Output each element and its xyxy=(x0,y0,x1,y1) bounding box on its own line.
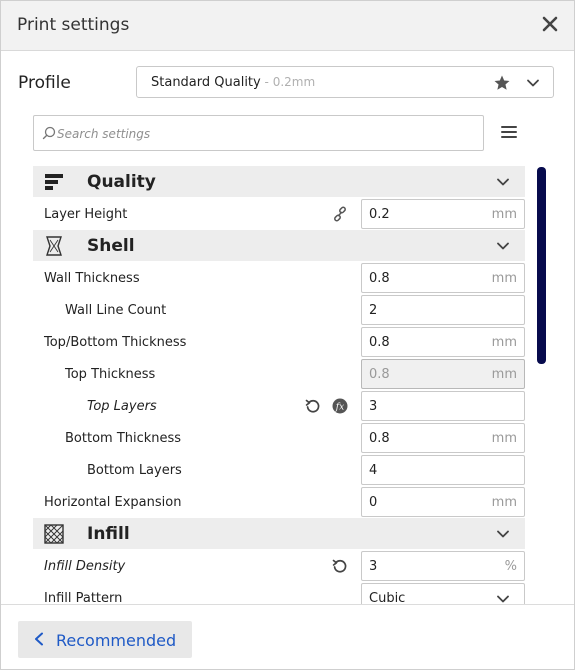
link-icon[interactable] xyxy=(332,206,348,222)
close-icon[interactable] xyxy=(540,14,560,34)
top-layers-input[interactable]: 3 xyxy=(361,391,525,421)
print-settings-panel: Print settings Profile Standard Quality … xyxy=(0,0,575,670)
favorite-star-icon[interactable] xyxy=(493,74,511,92)
search-input[interactable]: Search settings xyxy=(57,127,150,141)
search-icon xyxy=(42,126,56,140)
setting-row-bottom-layers: Bottom Layers 4 xyxy=(33,454,525,486)
layer-height-input[interactable]: 0.2 mm xyxy=(361,199,525,229)
field-value: 0.8 xyxy=(369,335,390,350)
field-value: 0.8 xyxy=(369,271,390,286)
field-unit: mm xyxy=(491,271,517,286)
field-value: 0.2 xyxy=(369,207,390,222)
field-value: 3 xyxy=(369,559,378,574)
setting-label: Horizontal Expansion xyxy=(44,495,182,510)
setting-label: Top Thickness xyxy=(65,367,156,382)
field-value: 2 xyxy=(369,303,378,318)
setting-label: Infill Density xyxy=(44,559,126,574)
footer-divider xyxy=(1,604,574,605)
reset-icon[interactable] xyxy=(332,558,348,574)
setting-label: Bottom Thickness xyxy=(65,431,182,446)
category-label: Quality xyxy=(87,172,156,192)
category-quality[interactable]: Quality xyxy=(33,166,525,197)
setting-row-top-bottom-thickness: Top/Bottom Thickness 0.8 mm xyxy=(33,326,525,358)
field-unit: mm xyxy=(491,495,517,510)
setting-label: Wall Line Count xyxy=(65,303,167,318)
title-bar: Print settings xyxy=(1,1,574,51)
infill-density-input[interactable]: 3 % xyxy=(361,551,525,581)
chevron-down-icon[interactable] xyxy=(496,175,510,189)
field-unit: mm xyxy=(491,207,517,222)
profile-label: Profile xyxy=(18,73,71,93)
field-unit: mm xyxy=(491,335,517,350)
wall-thickness-input[interactable]: 0.8 mm xyxy=(361,263,525,293)
setting-row-top-layers: Top Layers fx 3 xyxy=(33,390,525,422)
panel-title: Print settings xyxy=(17,15,130,35)
recommended-button[interactable]: Recommended xyxy=(18,621,192,658)
setting-row-layer-height: Layer Height 0.2 mm xyxy=(33,198,525,230)
horizontal-expansion-input[interactable]: 0 mm xyxy=(361,487,525,517)
infill-icon xyxy=(44,524,64,544)
field-value: Cubic xyxy=(369,591,406,604)
search-field[interactable]: Search settings xyxy=(33,115,484,151)
field-value: 0.8 xyxy=(369,367,390,382)
reset-icon[interactable] xyxy=(305,398,321,414)
setting-row-horizontal-expansion: Horizontal Expansion 0 mm xyxy=(33,486,525,518)
category-shell[interactable]: Shell xyxy=(33,230,525,261)
setting-row-top-thickness: Top Thickness 0.8 mm xyxy=(33,358,525,390)
wall-line-count-input[interactable]: 2 xyxy=(361,295,525,325)
top-thickness-input[interactable]: 0.8 mm xyxy=(361,359,525,389)
setting-label: Bottom Layers xyxy=(87,463,182,478)
top-bottom-thickness-input[interactable]: 0.8 mm xyxy=(361,327,525,357)
recommended-label: Recommended xyxy=(56,631,177,650)
svg-text:fx: fx xyxy=(335,403,344,413)
chevron-left-icon xyxy=(35,632,43,646)
field-value: 0 xyxy=(369,495,378,510)
setting-label: Top/Bottom Thickness xyxy=(44,335,187,350)
setting-label: Infill Pattern xyxy=(44,591,123,604)
chevron-down-icon[interactable] xyxy=(496,592,510,604)
chevron-down-icon[interactable] xyxy=(496,527,510,541)
profile-name: Standard Quality - 0.2mm xyxy=(151,75,316,90)
infill-pattern-select[interactable]: Cubic xyxy=(361,583,525,604)
scrollbar-thumb[interactable] xyxy=(537,167,546,364)
chevron-down-icon[interactable] xyxy=(526,76,540,90)
category-label: Shell xyxy=(87,236,135,256)
setting-row-bottom-thickness: Bottom Thickness 0.8 mm xyxy=(33,422,525,454)
bottom-layers-input[interactable]: 4 xyxy=(361,455,525,485)
field-value: 0.8 xyxy=(369,431,390,446)
field-value: 3 xyxy=(369,399,378,414)
setting-label: Layer Height xyxy=(44,207,128,222)
category-label: Infill xyxy=(87,524,130,544)
field-unit: mm xyxy=(491,431,517,446)
quality-icon xyxy=(45,174,63,190)
setting-label: Wall Thickness xyxy=(44,271,140,286)
category-infill[interactable]: Infill xyxy=(33,518,525,549)
chevron-down-icon[interactable] xyxy=(496,239,510,253)
profile-detail: - 0.2mm xyxy=(260,75,316,89)
field-value: 4 xyxy=(369,463,378,478)
setting-row-wall-thickness: Wall Thickness 0.8 mm xyxy=(33,262,525,294)
profile-dropdown[interactable]: Standard Quality - 0.2mm xyxy=(136,66,554,98)
field-unit: % xyxy=(504,559,517,574)
setting-label: Top Layers xyxy=(87,399,157,414)
setting-row-wall-line-count: Wall Line Count 2 xyxy=(33,294,525,326)
field-unit: mm xyxy=(491,367,517,382)
settings-menu-icon[interactable] xyxy=(500,125,518,139)
setting-row-infill-density: Infill Density 3 % xyxy=(33,550,525,582)
setting-row-infill-pattern: Infill Pattern Cubic xyxy=(33,582,525,604)
shell-icon xyxy=(46,236,62,256)
bottom-thickness-input[interactable]: 0.8 mm xyxy=(361,423,525,453)
function-icon[interactable]: fx xyxy=(332,398,348,414)
settings-list[interactable]: Quality Layer Height 0.2 mm Shell Wall T… xyxy=(1,161,575,604)
